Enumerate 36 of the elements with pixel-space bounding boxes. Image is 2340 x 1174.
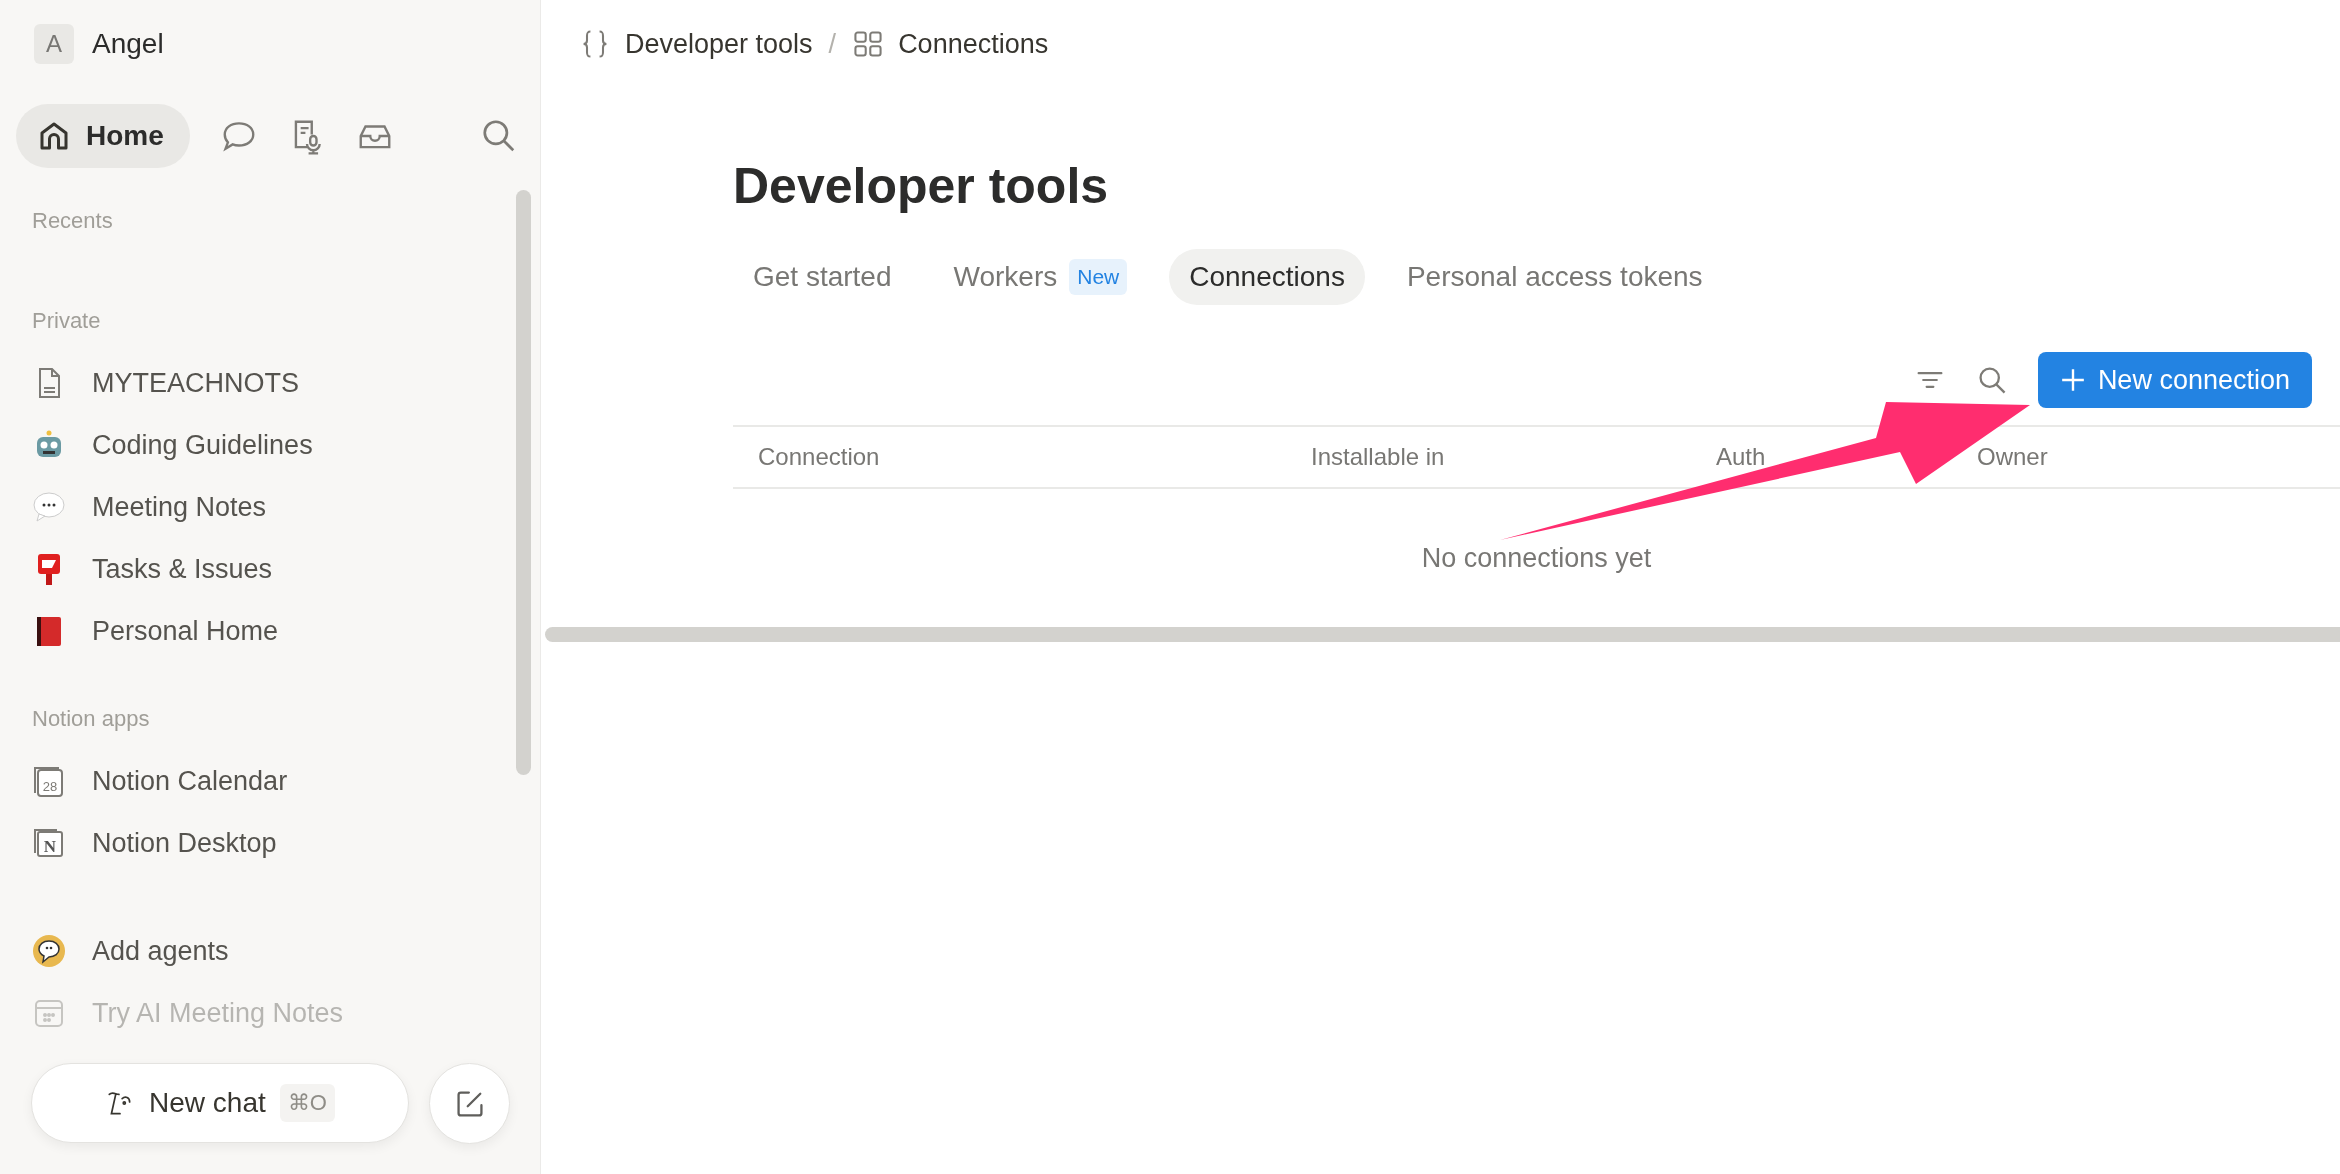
sidebar-item[interactable]: 28 Notion Calendar <box>32 750 540 812</box>
column-header: Installable in <box>1310 443 1446 471</box>
sidebar-item[interactable]: Meeting Notes <box>32 476 540 538</box>
new-connection-button[interactable]: New connection <box>2037 352 2312 408</box>
scrollbar[interactable] <box>545 627 2340 642</box>
breadcrumb-link[interactable]: Developer tools <box>579 28 813 60</box>
breadcrumb-separator: / <box>828 28 837 60</box>
tab[interactable]: Connections <box>1169 249 1365 305</box>
speech-icon <box>32 490 66 524</box>
tab[interactable]: Workers New <box>933 249 1148 305</box>
sidebar-item[interactable]: Tasks & Issues <box>32 538 540 600</box>
shortcut-hint: ⌘O <box>279 1084 335 1122</box>
home-button[interactable]: Home <box>16 104 190 168</box>
new-badge: New <box>1069 259 1128 295</box>
sidebar-item[interactable]: Personal Home <box>32 600 540 662</box>
speech-bubble-icon <box>32 934 66 968</box>
sidebar-item[interactable]: MYTEACHNOTS <box>32 352 540 414</box>
new-chat-button[interactable]: New chat ⌘O <box>31 1063 409 1143</box>
sidebar-item[interactable]: Add agents <box>32 920 540 982</box>
column-header: Connection <box>757 443 881 471</box>
section-heading: Recents <box>32 207 114 235</box>
scrollbar[interactable] <box>516 190 531 775</box>
workspace-name[interactable]: Angel <box>92 28 164 60</box>
section-heading: Private <box>32 307 102 335</box>
tab[interactable]: Personal access tokens <box>1386 249 1723 305</box>
page-title: Developer tools <box>733 158 1110 214</box>
section-heading: Notion apps <box>32 705 151 733</box>
workspace-avatar[interactable]: A <box>34 24 74 64</box>
plus-icon <box>2059 367 2086 393</box>
column-header: Owner <box>1976 443 2049 471</box>
tab[interactable]: Get started <box>733 249 912 305</box>
sidebar-item[interactable]: N Notion Desktop <box>32 812 540 874</box>
sidebar-item[interactable]: Coding Guidelines <box>32 414 540 476</box>
empty-state-text: No connections yet <box>1421 542 1652 574</box>
column-header: Auth <box>1715 443 1767 471</box>
breadcrumb-link[interactable]: Connections <box>852 28 1049 60</box>
